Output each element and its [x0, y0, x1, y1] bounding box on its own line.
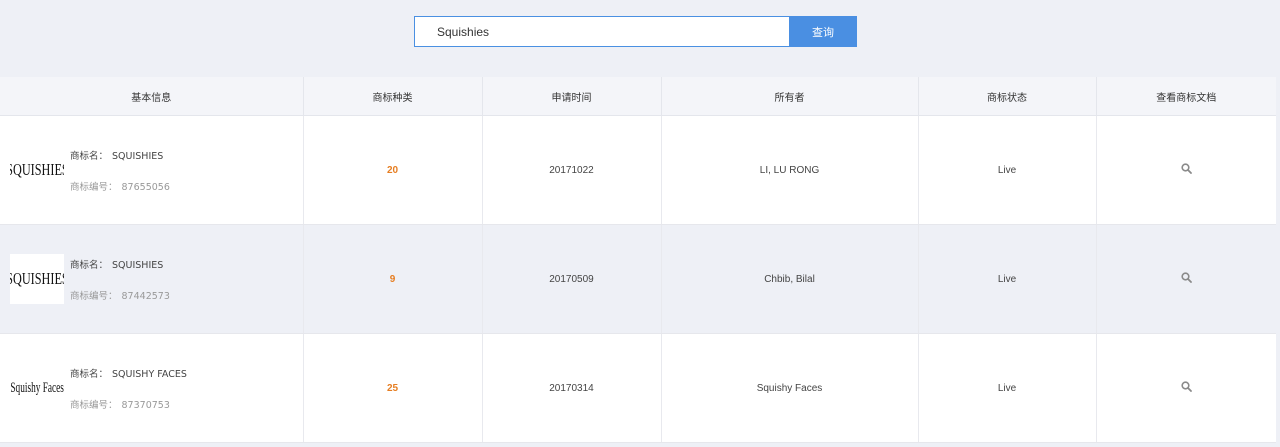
- trademark-logo-image: SQUISHIES: [10, 160, 64, 179]
- trademark-number: 商标编号： 87655056: [70, 181, 170, 193]
- status-cell: Live: [918, 333, 1097, 443]
- trademark-name: 商标名： SQUISHY FACES: [70, 368, 187, 380]
- header-application-date: 申请时间: [482, 77, 662, 116]
- search-input[interactable]: [414, 16, 789, 47]
- application-date-cell: 20170509: [482, 224, 662, 334]
- header-basic-info: 基本信息: [0, 77, 304, 116]
- table-row: Squishy Faces 商标名： SQUISHY FACES 商标编号： 873…: [0, 333, 1276, 443]
- search-icon[interactable]: [1181, 163, 1192, 174]
- status-cell: Live: [918, 115, 1097, 225]
- trademark-class-cell: 25: [303, 333, 483, 443]
- trademark-name: 商标名： SQUISHIES: [70, 150, 164, 162]
- search-icon[interactable]: [1181, 272, 1192, 283]
- search-bar: 查询: [414, 16, 857, 47]
- header-trademark-class: 商标种类: [303, 77, 483, 116]
- header-view-document: 查看商标文档: [1096, 77, 1276, 116]
- owner-cell: Squishy Faces: [661, 333, 919, 443]
- trademark-name: 商标名： SQUISHIES: [70, 259, 164, 271]
- table-header-row: 基本信息 商标种类 申请时间 所有者 商标状态 查看商标文档: [0, 77, 1276, 116]
- header-owner: 所有者: [661, 77, 919, 116]
- header-status: 商标状态: [918, 77, 1097, 116]
- search-button[interactable]: 查询: [789, 16, 857, 47]
- view-document-cell: [1096, 224, 1276, 334]
- trademark-class-cell: 20: [303, 115, 483, 225]
- trademark-number: 商标编号： 87370753: [70, 399, 170, 411]
- trademark-number: 商标编号： 87442573: [70, 290, 170, 302]
- owner-cell: LI, LU RONG: [661, 115, 919, 225]
- owner-cell: Chbib, Bilal: [661, 224, 919, 334]
- status-cell: Live: [918, 224, 1097, 334]
- trademark-results-table: 基本信息 商标种类 申请时间 所有者 商标状态 查看商标文档 SQUISHIES…: [0, 77, 1276, 443]
- trademark-logo-image: SQUISHIES: [10, 254, 64, 304]
- application-date-cell: 20171022: [482, 115, 662, 225]
- basic-info-cell: Squishy Faces 商标名： SQUISHY FACES 商标编号： 873…: [0, 333, 304, 443]
- table-row: SQUISHIES 商标名：SQUISHIES 商标编号：87442573 9 …: [0, 224, 1276, 334]
- view-document-cell: [1096, 333, 1276, 443]
- trademark-class-cell: 9: [303, 224, 483, 334]
- basic-info-cell: SQUISHIES 商标名：SQUISHIES 商标编号：87655056: [0, 115, 304, 225]
- view-document-cell: [1096, 115, 1276, 225]
- table-row: SQUISHIES 商标名：SQUISHIES 商标编号：87655056 20…: [0, 115, 1276, 225]
- application-date-cell: 20170314: [482, 333, 662, 443]
- search-icon[interactable]: [1181, 381, 1192, 392]
- trademark-logo-image: Squishy Faces: [10, 379, 64, 396]
- basic-info-cell: SQUISHIES 商标名：SQUISHIES 商标编号：87442573: [0, 224, 304, 334]
